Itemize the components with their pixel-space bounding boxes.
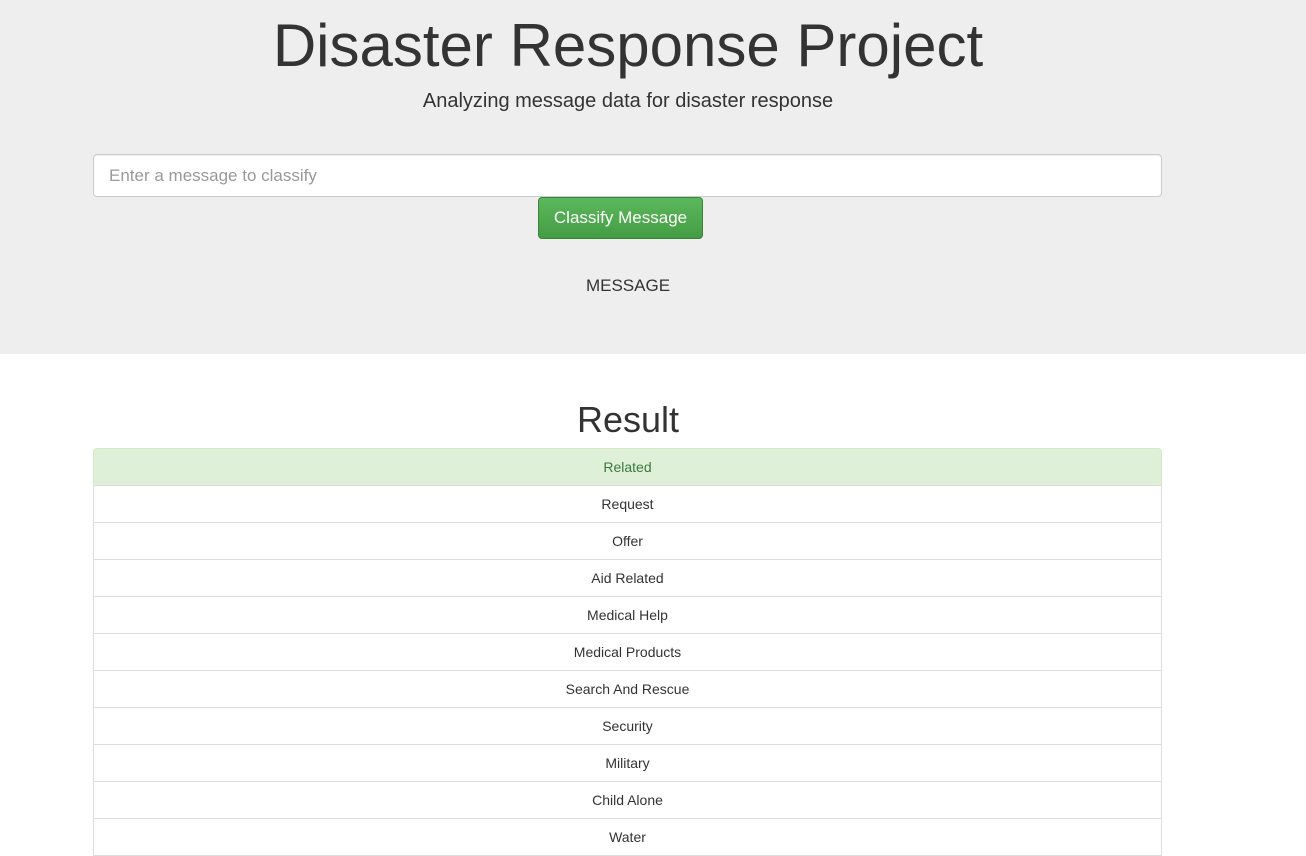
result-item-medical-help: Medical Help	[93, 596, 1162, 634]
message-input[interactable]	[93, 154, 1162, 197]
result-item-search-and-rescue: Search And Rescue	[93, 670, 1162, 708]
result-item-military: Military	[93, 744, 1162, 782]
header-jumbotron: Disaster Response Project Analyzing mess…	[0, 0, 1306, 354]
result-item-child-alone: Child Alone	[93, 781, 1162, 819]
page-title: Disaster Response Project	[272, 12, 984, 79]
classify-message-button[interactable]: Classify Message	[538, 197, 703, 239]
result-item-related: Related	[93, 448, 1162, 486]
message-label: MESSAGE	[585, 276, 671, 295]
page-subtitle: Analyzing message data for disaster resp…	[422, 90, 834, 112]
result-list: Related Request Offer Aid Related Medica…	[93, 448, 1162, 856]
result-item-water: Water	[93, 818, 1162, 856]
result-title: Result	[576, 399, 680, 440]
result-item-medical-products: Medical Products	[93, 633, 1162, 671]
result-item-aid-related: Aid Related	[93, 559, 1162, 597]
result-item-security: Security	[93, 707, 1162, 745]
result-item-offer: Offer	[93, 522, 1162, 560]
result-item-request: Request	[93, 485, 1162, 523]
